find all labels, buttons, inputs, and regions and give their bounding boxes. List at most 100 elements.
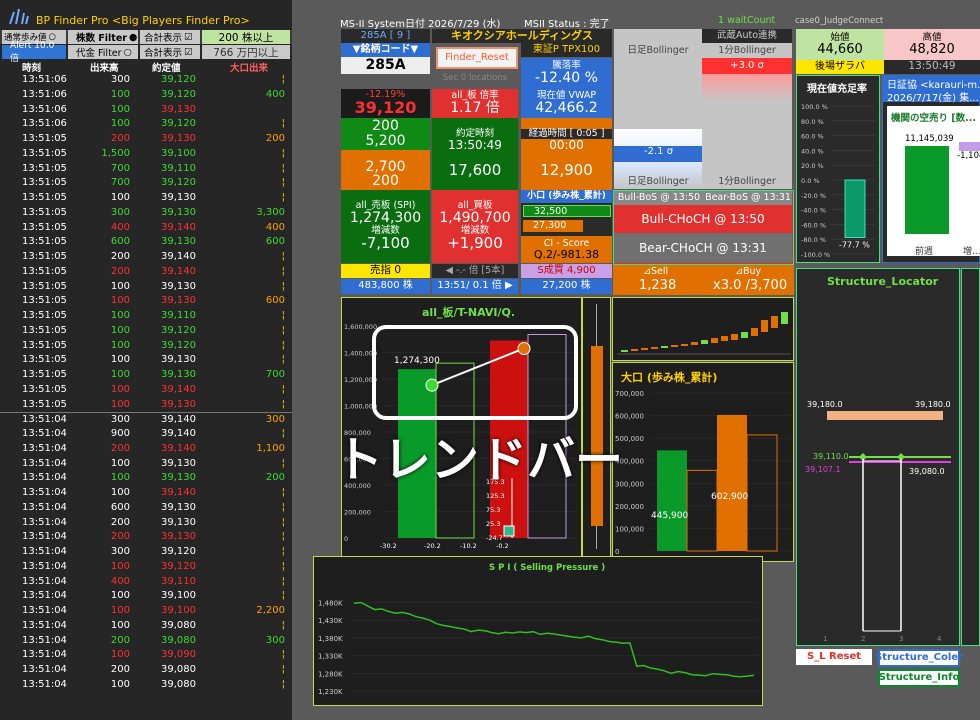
auto-link-label: 武蔵Auto連携 (702, 29, 792, 43)
tape-time: 13:51:04 (22, 457, 67, 469)
tape-time: 13:51:04 (22, 472, 67, 484)
tape-volume: 100 (110, 354, 130, 366)
structure-coler-button[interactable]: Structure_Coler (875, 649, 963, 667)
spi-delta: -7,100 (361, 233, 410, 252)
tape-time: 13:51:06 (22, 74, 67, 85)
tape-time: 13:51:05 (22, 398, 67, 410)
app-title: BP Finder Pro <Big Players Finder Pro> (36, 14, 250, 27)
plus-sigma: +3.0 σ (702, 58, 792, 74)
tape-big-lot: ¦ (281, 354, 285, 366)
tape-big-lot: ¦ (281, 664, 285, 675)
current-price: 39,120 (354, 98, 417, 118)
total-display-checkbox-1[interactable]: 合計表示 ☑ (140, 30, 200, 44)
ladder-tick: 125.3 (486, 492, 505, 500)
table-row: 13:51:05 100 39,130 ¦ (0, 353, 292, 368)
share-filter-radio[interactable]: 株数 Filter ● (68, 30, 138, 44)
big-value-2: 602,900 (711, 492, 748, 502)
tape-big-lot: ¦ (281, 678, 285, 690)
tape-volume: 400 (110, 221, 130, 233)
tape-big-lot: ¦ (281, 324, 285, 336)
fill-rate-tick: -100.0 % (801, 251, 830, 259)
tape-price: 39,120 (161, 560, 196, 572)
table-row: 13:51:04 100 39,130 200 (0, 471, 292, 486)
navi-y-tick: 0 (344, 535, 348, 543)
tape-time: 13:51:04 (22, 487, 67, 498)
big-y-tick: 100,000 (615, 525, 644, 533)
finder-reset-button[interactable]: Finder_Reset (436, 47, 518, 69)
tape-volume: 100 (110, 310, 130, 321)
navi-x-tick: -30.2 (380, 542, 397, 550)
big-y-tick: 700,000 (615, 390, 644, 398)
session-time: 13:50:49 (884, 60, 980, 74)
tape-time: 13:51:05 (22, 354, 67, 366)
locator-x-tick: 2 (861, 635, 865, 643)
stock-code-input[interactable]: 285A (341, 57, 430, 74)
minus-sigma: -2.1 σ (614, 146, 702, 162)
highlight-box (372, 325, 578, 420)
tape-big-lot: ¦ (281, 560, 285, 572)
tape-price: 39,130 (161, 516, 196, 528)
open-box: 始値 44,660 (796, 29, 884, 60)
navi-x-tick: -10.2 (460, 542, 477, 550)
table-row: 13:51:04 100 39,100 2,200 (0, 604, 292, 619)
ladder-marker (503, 525, 515, 537)
delta-panel: ⊿Sell ⊿Buy 1,238 x3.0 /3,700 (613, 265, 794, 295)
table-row: 13:51:04 400 39,110 ¦ (0, 575, 292, 590)
tape-big-lot: 600 (265, 236, 285, 248)
table-row: 13:51:05 100 39,110 ¦ (0, 309, 292, 324)
tape-price: 39,090 (161, 649, 196, 661)
candle (731, 334, 738, 340)
candle (691, 342, 698, 345)
table-row: 13:51:04 200 39,080 300 (0, 634, 292, 649)
total-display-checkbox-2[interactable]: 合計表示 ☑ (140, 45, 200, 59)
spi-line-chart: 1,480K 1,430K 1,380K 1,330K 1,280K 1,230K (318, 600, 758, 696)
tape-volume: 100 (110, 457, 130, 469)
spi-chart-panel: S P I ( Selling Pressure ) 1,480K 1,430K 1… (313, 556, 763, 706)
buy-mid: 12,900 (540, 161, 593, 180)
big-bar (717, 414, 747, 551)
locator-x-tick: 1 (823, 635, 827, 643)
tape-price: 39,130 (161, 295, 196, 307)
tape-time: 13:51:04 (22, 516, 67, 528)
small-lot-label: 小口 (歩み株_累計) (521, 190, 612, 203)
tape-price: 39,130 (161, 472, 196, 484)
sl-reset-button[interactable]: S_L Reset (796, 649, 872, 665)
spi-y-tick: 1,230K (318, 688, 343, 696)
share-threshold[interactable]: 200 株以上 (202, 30, 290, 44)
structure-info-button[interactable]: Structure_Info (878, 669, 960, 687)
ci-score: Q.2/-981.38 (533, 247, 600, 261)
tape-time: 13:51:04 (22, 605, 67, 616)
table-row: 13:51:05 100 39,120 ¦ (0, 339, 292, 354)
tape-time: 13:51:04 (22, 442, 67, 454)
tape-time: 13:51:05 (22, 310, 67, 321)
tape-time: 13:51:05 (22, 177, 67, 189)
price-threshold[interactable]: 766 万円以上 (202, 45, 290, 59)
tape-time: 13:51:05 (22, 133, 67, 144)
candle (651, 347, 658, 349)
tape-time: 13:51:05 (22, 339, 67, 351)
margin-value-1: 11,145,039 (905, 134, 954, 144)
candle (741, 332, 748, 338)
margin-x-2: 増... (963, 247, 980, 257)
spi-y-tick: 1,480K (318, 600, 343, 608)
tape-price: 39,080 (161, 678, 196, 690)
tape-big-lot: 200 (265, 472, 285, 484)
margin-x-1: 前週 (915, 247, 934, 257)
tape-big-lot: ¦ (281, 74, 285, 85)
alert-ratio[interactable]: Alert 10.0 倍 (2, 41, 66, 64)
tape-time: 13:51:05 (22, 221, 67, 233)
vwap: 42,466.2 (535, 100, 598, 117)
candle-chart (617, 312, 791, 355)
table-row: 13:51:04 100 39,130 ¦ (0, 457, 292, 472)
tape-time: 13:51:05 (22, 147, 67, 159)
delta-sell-label: ⊿Sell (643, 266, 669, 277)
tape-big-lot: ¦ (281, 280, 285, 292)
ladder-tick: -24.7 (486, 534, 503, 542)
price-filter-radio[interactable]: 代金 Filter ○ (68, 45, 138, 59)
candle (761, 320, 768, 332)
tape-volume: 700 (110, 162, 130, 174)
tape-volume: 100 (110, 383, 130, 395)
elapsed: 00:00 (549, 137, 584, 152)
bottom-ratio[interactable]: 13:51/ 0.1 倍 ▶ (432, 279, 518, 294)
tape-volume: 300 (110, 546, 130, 557)
